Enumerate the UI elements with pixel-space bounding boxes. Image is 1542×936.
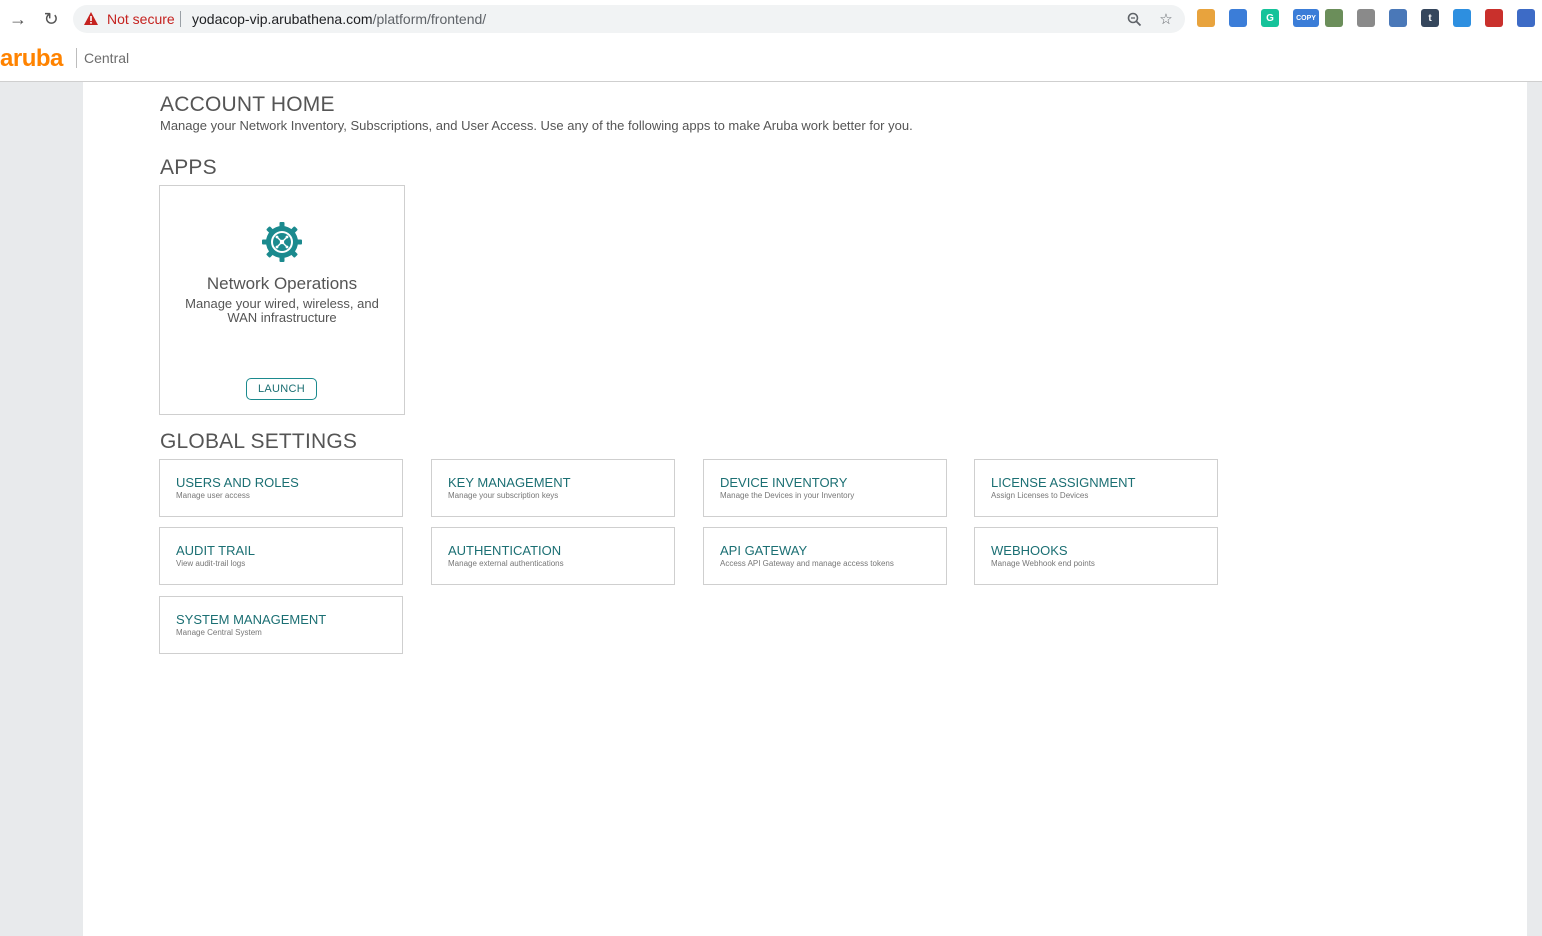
url-host: yodacop-vip.arubathena.com: [192, 11, 373, 27]
tile-description: Manage Webhook end points: [991, 559, 1095, 568]
omnibox-divider: [180, 11, 181, 27]
app-description: Manage your wired, wireless, and WAN inf…: [185, 296, 379, 325]
setting-tile-audit-trail[interactable]: AUDIT TRAIL View audit-trail logs: [159, 527, 403, 585]
tile-title: USERS AND ROLES: [176, 475, 299, 490]
tile-title: API GATEWAY: [720, 543, 808, 558]
product-name: Central: [84, 50, 130, 66]
url-path: /platform/frontend/: [372, 11, 487, 27]
setting-tile-webhooks[interactable]: WEBHOOKS Manage Webhook end points: [974, 527, 1218, 585]
left-gutter: [0, 82, 83, 936]
tile-description: Manage external authentications: [448, 559, 564, 568]
address-bar[interactable]: Not secure yodacop-vip.arubathena.com/pl…: [73, 5, 1185, 33]
setting-tile-system-management[interactable]: SYSTEM MANAGEMENT Manage Central System: [159, 596, 403, 654]
launch-button[interactable]: LAUNCH: [246, 378, 317, 400]
pdf-icon[interactable]: [1485, 9, 1503, 27]
tile-description: Assign Licenses to Devices: [991, 491, 1089, 500]
account-home-subtitle: Manage your Network Inventory, Subscript…: [160, 118, 913, 133]
account-home-title: ACCOUNT HOME: [160, 93, 335, 116]
app-name: Network Operations: [206, 274, 358, 293]
translate-icon[interactable]: [1357, 9, 1375, 27]
camera-icon[interactable]: [1389, 9, 1407, 27]
apps-title: APPS: [160, 156, 217, 179]
tile-description: Manage the Devices in your Inventory: [720, 491, 855, 500]
zoom-icon[interactable]: [1124, 9, 1144, 29]
tile-title: KEY MANAGEMENT: [448, 475, 571, 490]
setting-tile-license-assignment[interactable]: LICENSE ASSIGNMENT Assign Licenses to Dev…: [974, 459, 1218, 517]
header-divider: [76, 48, 77, 68]
tile-title: WEBHOOKS: [991, 543, 1068, 558]
tumblr-icon[interactable]: t: [1421, 9, 1439, 27]
forward-button[interactable]: →: [7, 8, 29, 30]
reload-button[interactable]: ↻: [40, 8, 62, 30]
setting-tile-authentication[interactable]: AUTHENTICATION Manage external authentica…: [431, 527, 675, 585]
tile-description: Manage user access: [176, 491, 250, 500]
tile-description: View audit-trail logs: [176, 559, 246, 568]
tile-description: Manage your subscription keys: [448, 491, 559, 500]
network-operations-card[interactable]: Network Operations Manage your wired, wi…: [159, 185, 405, 415]
copy-icon[interactable]: COPY: [1293, 9, 1319, 27]
warning-icon: [84, 12, 98, 25]
grammarly-icon[interactable]: G: [1261, 9, 1279, 27]
right-gutter: [1527, 82, 1542, 936]
url-text[interactable]: yodacop-vip.arubathena.com/platform/fron…: [192, 11, 486, 27]
arrow-right-icon: →: [9, 9, 27, 29]
setting-tile-api-gateway[interactable]: API GATEWAY Access API Gateway and manage…: [703, 527, 947, 585]
tile-title: DEVICE INVENTORY: [720, 475, 848, 490]
app-header: aruba Central: [0, 38, 1542, 82]
setting-tile-key-management[interactable]: KEY MANAGEMENT Manage your subscription k…: [431, 459, 675, 517]
tile-title: AUTHENTICATION: [448, 543, 562, 558]
reload-icon: ↻: [43, 9, 59, 29]
setting-tile-device-inventory[interactable]: DEVICE INVENTORY Manage the Devices in yo…: [703, 459, 947, 517]
pen-icon[interactable]: [1197, 9, 1215, 27]
tile-description: Manage Central System: [176, 628, 262, 637]
tile-title: SYSTEM MANAGEMENT: [176, 612, 327, 627]
aruba-logo[interactable]: aruba: [0, 45, 63, 73]
globe-icon[interactable]: [1325, 9, 1343, 27]
bookmark-star-icon[interactable]: ☆: [1156, 9, 1176, 29]
network-operations-gear-icon: [261, 221, 303, 263]
global-settings-title: GLOBAL SETTINGS: [160, 430, 358, 453]
chat-icon[interactable]: [1453, 9, 1471, 27]
setting-tile-users-and-roles[interactable]: USERS AND ROLES Manage user access: [159, 459, 403, 517]
not-secure-label[interactable]: Not secure: [107, 11, 175, 27]
tile-title: LICENSE ASSIGNMENT: [991, 475, 1136, 490]
extension-icon[interactable]: [1517, 9, 1535, 27]
browser-toolbar: → ↻ Not secure yodacop-vip.arubathena.co…: [0, 0, 1542, 39]
tile-description: Access API Gateway and manage access tok…: [720, 559, 894, 568]
spellcheck-icon[interactable]: [1229, 9, 1247, 27]
tile-title: AUDIT TRAIL: [176, 543, 255, 558]
